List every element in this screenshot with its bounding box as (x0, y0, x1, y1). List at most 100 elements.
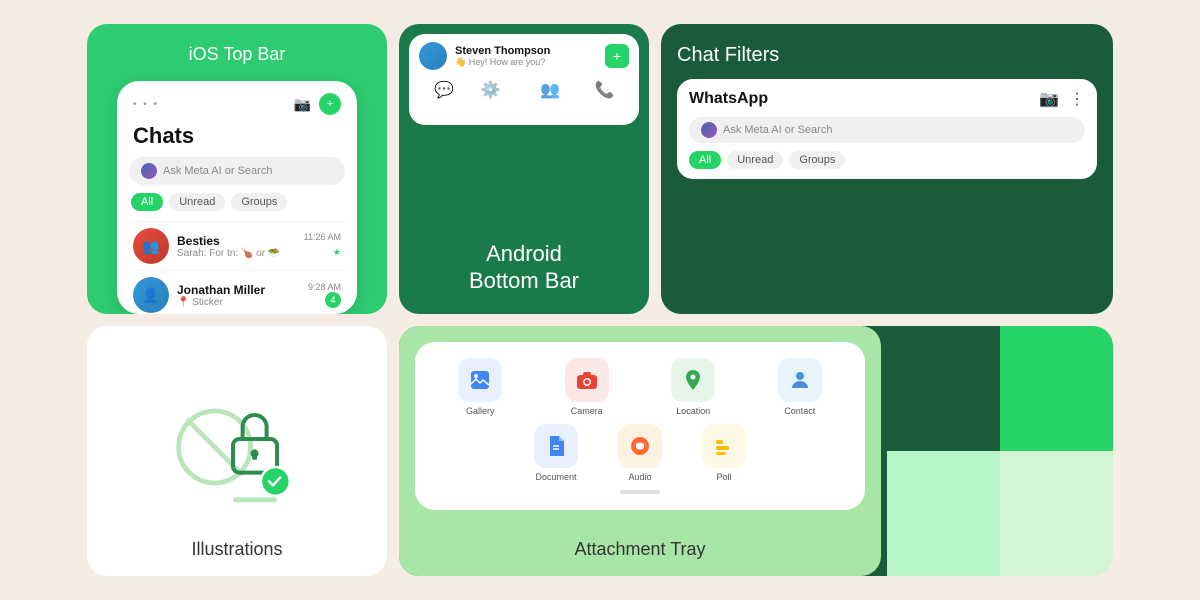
attachment-gallery[interactable]: Gallery (431, 358, 530, 416)
audio-label: Audio (628, 472, 651, 482)
search-bar[interactable]: Ask Meta AI or Search (129, 157, 345, 185)
chat-meta-jonathan: 9:28 AM 4 (308, 282, 341, 308)
attachment-location[interactable]: Location (644, 358, 743, 416)
ios-phone-mockup: • • • 📷 + Chats Ask Meta AI or Search Al… (117, 81, 357, 314)
chat-filters-card: Chat Filters WhatsApp 📷 ⋮ Ask Meta AI or… (661, 24, 1113, 314)
camera-label: Camera (571, 406, 603, 416)
chats-nav-icon: 💬 (434, 80, 454, 100)
camera-icon: 📷 (294, 96, 311, 113)
filter-unread-pill[interactable]: Unread (727, 151, 783, 169)
chat-time-besties: 11:26 AM (304, 232, 341, 242)
search-placeholder: Ask Meta AI or Search (163, 165, 272, 177)
android-contact-status: 👋 Hey! How are you? (455, 57, 550, 68)
gallery-icon-wrapper (458, 358, 502, 402)
poll-label: Poll (716, 472, 731, 482)
avatar-besties: 👥 (133, 228, 169, 264)
communities-nav-icon: 👥 (540, 80, 560, 100)
filters-header: WhatsApp 📷 ⋮ (689, 89, 1085, 109)
chat-preview-besties: Sarah: For tn: 🍗 or 🥗 (177, 248, 296, 259)
android-bottom-nav: 💬 Chats ⚙️ Updates 👥 Communities 📞 Calls (419, 74, 629, 117)
updates-nav-icon: ⚙️ (481, 80, 501, 100)
chat-name-besties: Besties (177, 234, 296, 248)
chat-info-jonathan: Jonathan Miller 📍 Sticker (177, 283, 300, 308)
filters-meta-icon (701, 122, 717, 138)
android-contact-info: Steven Thompson 👋 Hey! How are you? (455, 45, 550, 68)
contact-icon-wrapper (778, 358, 822, 402)
chat-item-besties[interactable]: 👥 Besties Sarah: For tn: 🍗 or 🥗 11:26 AM… (129, 221, 345, 270)
android-header: Steven Thompson 👋 Hey! How are you? + (419, 42, 629, 70)
filters-card-label: Chat Filters (677, 44, 779, 67)
chat-name-jonathan: Jonathan Miller (177, 283, 300, 297)
filter-all[interactable]: All (131, 193, 163, 211)
communities-nav-label: Communities (527, 102, 574, 111)
chat-time-jonathan: 9:28 AM (308, 282, 341, 292)
chat-info-besties: Besties Sarah: For tn: 🍗 or 🥗 (177, 234, 296, 259)
ios-top-bar-card: iOS Top Bar • • • 📷 + Chats Ask Meta AI … (87, 24, 387, 314)
nav-chats[interactable]: 💬 Chats (434, 80, 455, 111)
attachment-grid-row1: Gallery Camera Location (431, 358, 849, 416)
audio-icon-wrapper (618, 424, 662, 468)
swatch-light-green (887, 451, 1000, 576)
chat-item-jonathan[interactable]: 👤 Jonathan Miller 📍 Sticker 9:28 AM 4 (129, 270, 345, 314)
attachment-camera[interactable]: Camera (538, 358, 637, 416)
filter-unread[interactable]: Unread (169, 193, 225, 211)
chat-filter-pills: All Unread Groups (689, 151, 1085, 169)
filters-search-placeholder: Ask Meta AI or Search (723, 124, 832, 136)
location-icon-wrapper (671, 358, 715, 402)
gallery-label: Gallery (466, 406, 495, 416)
whatsapp-title: WhatsApp (689, 90, 768, 108)
ios-card-label: iOS Top Bar (189, 44, 286, 65)
android-card-label: AndroidBottom Bar (469, 231, 579, 304)
filters-search-bar[interactable]: Ask Meta AI or Search (689, 117, 1085, 143)
updates-nav-label: Updates (476, 102, 506, 111)
phone-status-bar: • • • 📷 + (129, 93, 345, 115)
attachment-tray-card: Gallery Camera Location (399, 326, 881, 576)
filter-groups-pill[interactable]: Groups (789, 151, 845, 169)
camera-filter-icon[interactable]: 📷 (1039, 89, 1059, 109)
calls-nav-icon: 📞 (594, 80, 614, 100)
phone-dots: • • • (133, 99, 159, 110)
camera-icon-wrapper (565, 358, 609, 402)
nav-calls[interactable]: 📞 Calls (594, 80, 614, 111)
chats-title: Chats (129, 123, 345, 149)
filters-mockup: WhatsApp 📷 ⋮ Ask Meta AI or Search All U… (677, 79, 1097, 179)
main-grid: iOS Top Bar • • • 📷 + Chats Ask Meta AI … (67, 4, 1133, 596)
meta-ai-icon (141, 163, 157, 179)
colors-swatches (887, 326, 1113, 576)
chat-checkmark: ★ (333, 247, 341, 257)
filters-action-icons: 📷 ⋮ (1039, 89, 1085, 109)
nav-updates[interactable]: ⚙️ Updates (476, 80, 506, 111)
filter-pills: All Unread Groups (129, 193, 345, 211)
location-label: Location (676, 406, 710, 416)
attachment-contact[interactable]: Contact (751, 358, 850, 416)
attachment-document[interactable]: Document (534, 424, 578, 482)
drag-handle (620, 490, 660, 494)
chat-preview-jonathan: 📍 Sticker (177, 297, 300, 308)
chat-meta-besties: 11:26 AM ★ (304, 232, 341, 260)
avatar-jonathan: 👤 (133, 277, 169, 313)
android-phone-top: Steven Thompson 👋 Hey! How are you? + 💬 … (409, 34, 639, 125)
swatch-medium-green (1000, 326, 1113, 451)
illustrations-card-label: Illustrations (191, 539, 282, 560)
attachment-mockup: Gallery Camera Location (415, 342, 865, 510)
compose-icon[interactable]: + (319, 93, 341, 115)
attachment-card-label: Attachment Tray (574, 539, 705, 560)
swatch-dark-green (887, 326, 1000, 451)
attachment-poll[interactable]: Poll (702, 424, 746, 482)
calls-nav-label: Calls (596, 102, 614, 111)
android-fab-button[interactable]: + (605, 44, 629, 68)
document-icon-wrapper (534, 424, 578, 468)
nav-communities[interactable]: 👥 Communities (527, 80, 574, 111)
phone-action-icons: 📷 + (294, 93, 341, 115)
more-options-icon[interactable]: ⋮ (1069, 89, 1085, 109)
lock-illustration (103, 346, 371, 539)
swatch-lightest-green (1000, 451, 1113, 576)
poll-icon-wrapper (702, 424, 746, 468)
filter-all-pill[interactable]: All (689, 151, 721, 169)
contact-label: Contact (784, 406, 815, 416)
illustrations-card: Illustrations (87, 326, 387, 576)
unread-badge-jonathan: 4 (325, 292, 341, 308)
attachment-audio[interactable]: Audio (618, 424, 662, 482)
android-bottom-bar-card: Steven Thompson 👋 Hey! How are you? + 💬 … (399, 24, 649, 314)
filter-groups[interactable]: Groups (231, 193, 287, 211)
